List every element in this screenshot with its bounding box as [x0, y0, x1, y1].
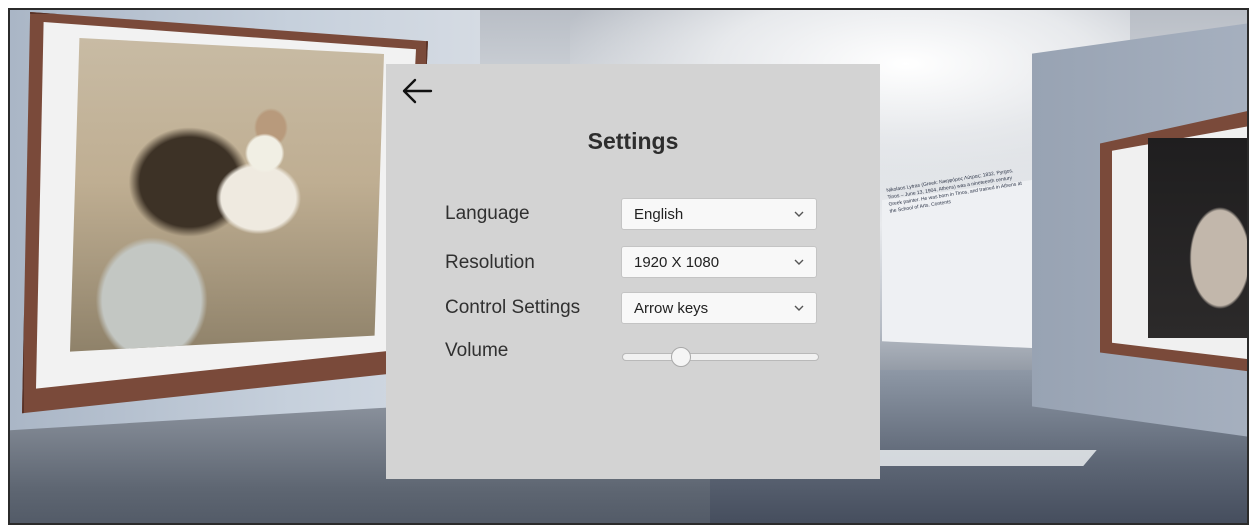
arrow-left-icon [402, 78, 433, 104]
chevron-down-icon [794, 259, 804, 265]
language-value: English [634, 205, 684, 223]
settings-title: Settings [587, 128, 679, 154]
volume-label: Volume [445, 340, 509, 361]
language-label: Language [445, 203, 530, 224]
volume-slider-handle[interactable] [671, 347, 692, 367]
control-settings-label: Control Settings [445, 297, 581, 318]
control-settings-dropdown[interactable]: Arrow keys [621, 292, 817, 324]
language-dropdown[interactable]: English [621, 198, 817, 230]
resolution-dropdown[interactable]: 1920 X 1080 [621, 246, 817, 278]
volume-slider[interactable] [622, 347, 819, 367]
chevron-down-icon [794, 211, 804, 217]
resolution-value: 1920 X 1080 [634, 253, 720, 271]
painting-lute-player [70, 38, 384, 352]
resolution-label: Resolution [445, 252, 535, 273]
chevron-down-icon [794, 305, 804, 311]
painting-portrait [1148, 138, 1247, 338]
control-settings-value: Arrow keys [634, 299, 709, 317]
back-button[interactable] [400, 76, 434, 106]
settings-panel: Settings Language English Resolution 192… [386, 64, 880, 479]
